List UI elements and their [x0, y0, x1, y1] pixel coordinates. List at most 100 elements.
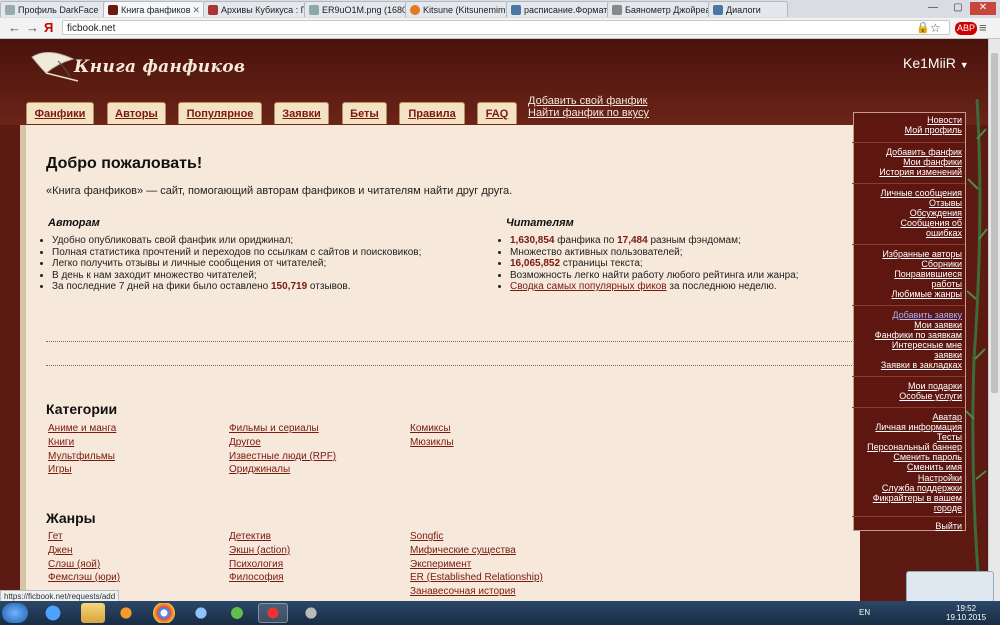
menu-item-logout[interactable]: Выйти — [852, 521, 965, 531]
menu-item-banner[interactable]: Персональный баннер — [852, 442, 965, 452]
genre-link[interactable]: Гет — [48, 531, 63, 542]
nav-tab-betas[interactable]: Беты — [342, 102, 387, 124]
nav-tab-requests[interactable]: Заявки — [274, 102, 329, 124]
clock[interactable]: 19:52 19.10.2015 — [946, 604, 986, 622]
nav-tab-popular[interactable]: Популярное — [178, 102, 262, 124]
genre-link[interactable]: Мифические существа — [410, 545, 516, 556]
genre-link[interactable]: Фемслэш (юри) — [48, 572, 120, 583]
menu-item-tests[interactable]: Тесты — [852, 432, 965, 442]
browser-tab[interactable]: Архивы Кубикуса : П — [203, 1, 306, 17]
genre-link[interactable]: Занавесочная история — [410, 586, 516, 597]
scrollbar-thumb[interactable] — [991, 53, 998, 393]
menu-item-fav-genres[interactable]: Любимые жанры — [852, 289, 965, 299]
add-fanfic-link[interactable]: Добавить свой фанфик — [528, 95, 647, 107]
menu-icon[interactable]: ≡ — [979, 20, 987, 36]
genre-link[interactable]: ER (Established Relationship) — [410, 572, 543, 583]
menu-item-collections[interactable]: Сборники — [852, 259, 965, 269]
internet-explorer-icon[interactable] — [38, 603, 68, 623]
category-link[interactable]: Аниме и манга — [48, 423, 116, 434]
find-fanfic-link[interactable]: Найти фанфик по вкусу — [528, 107, 649, 119]
nav-tab-fanfics[interactable]: Фанфики — [26, 102, 94, 124]
app-taskbar-icon[interactable] — [296, 603, 326, 623]
popular-summary-link[interactable]: Сводка самых популярных фиков — [510, 281, 667, 292]
menu-item-change-password[interactable]: Сменить пароль — [852, 452, 965, 462]
chrome-icon[interactable] — [149, 603, 179, 623]
genre-link[interactable]: Детектив — [229, 531, 271, 542]
menu-item-gifts[interactable]: Мои подарки — [852, 381, 965, 391]
menu-item-bookmarked-requests[interactable]: Заявки в закладках — [852, 360, 965, 370]
category-link[interactable]: Книги — [48, 437, 74, 448]
username-menu[interactable]: Ke1MiiR ▼ — [903, 55, 969, 71]
browser-tab[interactable]: ER9uO1M.png (1680 — [304, 1, 407, 17]
genre-link[interactable]: Философия — [229, 572, 284, 583]
yandex-icon[interactable]: Я — [44, 20, 53, 36]
menu-item-messages[interactable]: Личные сообщения — [852, 188, 965, 198]
menu-item-fav-authors[interactable]: Избранные авторы — [852, 249, 965, 259]
menu-item-add-request[interactable]: Добавить заявку — [852, 310, 965, 320]
yandex-browser-icon[interactable] — [258, 603, 288, 623]
nav-tab-rules[interactable]: Правила — [399, 102, 465, 124]
genre-link[interactable]: Эксперимент — [410, 559, 471, 570]
bookmark-star-icon[interactable]: ☆ — [930, 20, 941, 36]
category-link[interactable]: Мультфильмы — [48, 451, 115, 462]
menu-item-profile[interactable]: Мой профиль — [852, 125, 965, 135]
menu-item-interesting-requests[interactable]: Интересные мне — [852, 340, 965, 350]
utorrent-icon[interactable] — [222, 603, 252, 623]
nav-tab-authors[interactable]: Авторы — [107, 102, 166, 124]
menu-item-liked-works[interactable]: работы — [852, 279, 965, 289]
browser-tab[interactable]: Баянометр Джойреа — [607, 1, 710, 17]
menu-item-change-name[interactable]: Сменить имя — [852, 462, 965, 472]
minimize-button[interactable]: — — [920, 2, 946, 15]
language-indicator[interactable]: EN — [859, 608, 870, 617]
menu-item-reviews[interactable]: Отзывы — [852, 198, 965, 208]
page-scrollbar[interactable] — [988, 39, 1000, 601]
browser-tab[interactable]: Kitsune (Kitsunemimi — [405, 1, 508, 17]
menu-item-request-fanfics[interactable]: Фанфики по заявкам — [852, 330, 965, 340]
maximize-button[interactable]: ▢ — [945, 2, 971, 15]
menu-item-special-services[interactable]: Особые услуги — [852, 391, 965, 401]
menu-item-local-writers[interactable]: городе — [852, 503, 965, 513]
nav-tab-faq[interactable]: FAQ — [477, 102, 517, 124]
menu-item-news[interactable]: Новости — [852, 115, 965, 125]
browser-tab[interactable]: Диалоги — [708, 1, 788, 17]
site-logo[interactable]: Книга фанфиков — [74, 57, 245, 77]
volume-app-icon[interactable] — [186, 603, 216, 623]
menu-item-liked-works[interactable]: Понравившиеся — [852, 269, 965, 279]
genre-link[interactable]: Психология — [229, 559, 283, 570]
category-link[interactable]: Ориджиналы — [229, 464, 290, 475]
address-bar[interactable]: ficbook.net — [62, 20, 950, 35]
forward-icon[interactable]: → — [26, 20, 39, 36]
menu-item-support[interactable]: Служба поддержки — [852, 483, 965, 493]
menu-item-discussions[interactable]: Обсуждения — [852, 208, 965, 218]
category-link[interactable]: Комиксы — [410, 423, 451, 434]
tab-close-icon[interactable]: ✕ — [192, 2, 200, 17]
menu-item-my-fanfics[interactable]: Мои фанфики — [852, 157, 965, 167]
menu-item-add-fanfic[interactable]: Добавить фанфик — [852, 147, 965, 157]
genre-link[interactable]: Songfic — [410, 531, 443, 542]
genre-link[interactable]: Джен — [48, 545, 73, 556]
back-icon[interactable]: ← — [8, 20, 21, 36]
genre-link[interactable]: Слэш (яой) — [48, 559, 100, 570]
menu-item-settings[interactable]: Настройки — [852, 473, 965, 483]
category-link[interactable]: Мюзиклы — [410, 437, 454, 448]
category-link[interactable]: Другое — [229, 437, 261, 448]
menu-item-error-reports[interactable]: ошибках — [852, 228, 965, 238]
menu-item-history[interactable]: История изменений — [852, 167, 965, 177]
menu-item-personal-info[interactable]: Личная информация — [852, 422, 965, 432]
media-player-icon[interactable] — [111, 603, 141, 623]
menu-item-error-reports[interactable]: Сообщения об — [852, 218, 965, 228]
browser-tab[interactable]: Профиль DarkFace — [0, 1, 109, 17]
category-link[interactable]: Известные люди (RPF) — [229, 451, 336, 462]
start-button-icon[interactable] — [2, 603, 28, 623]
adblock-icon[interactable]: ABP — [955, 22, 978, 35]
category-link[interactable]: Игры — [48, 464, 72, 475]
menu-item-local-writers[interactable]: Фикрайтеры в вашем — [852, 493, 965, 503]
explorer-folder-icon[interactable] — [81, 603, 105, 623]
category-link[interactable]: Фильмы и сериалы — [229, 423, 319, 434]
menu-item-my-requests[interactable]: Мои заявки — [852, 320, 965, 330]
browser-tab[interactable]: расписание.Формат Р — [506, 1, 609, 17]
browser-tab-active[interactable]: Книга фанфиков ✕ — [103, 1, 205, 17]
menu-item-avatar[interactable]: Аватар — [852, 412, 965, 422]
menu-item-interesting-requests[interactable]: заявки — [852, 350, 965, 360]
genre-link[interactable]: Экшн (action) — [229, 545, 290, 556]
